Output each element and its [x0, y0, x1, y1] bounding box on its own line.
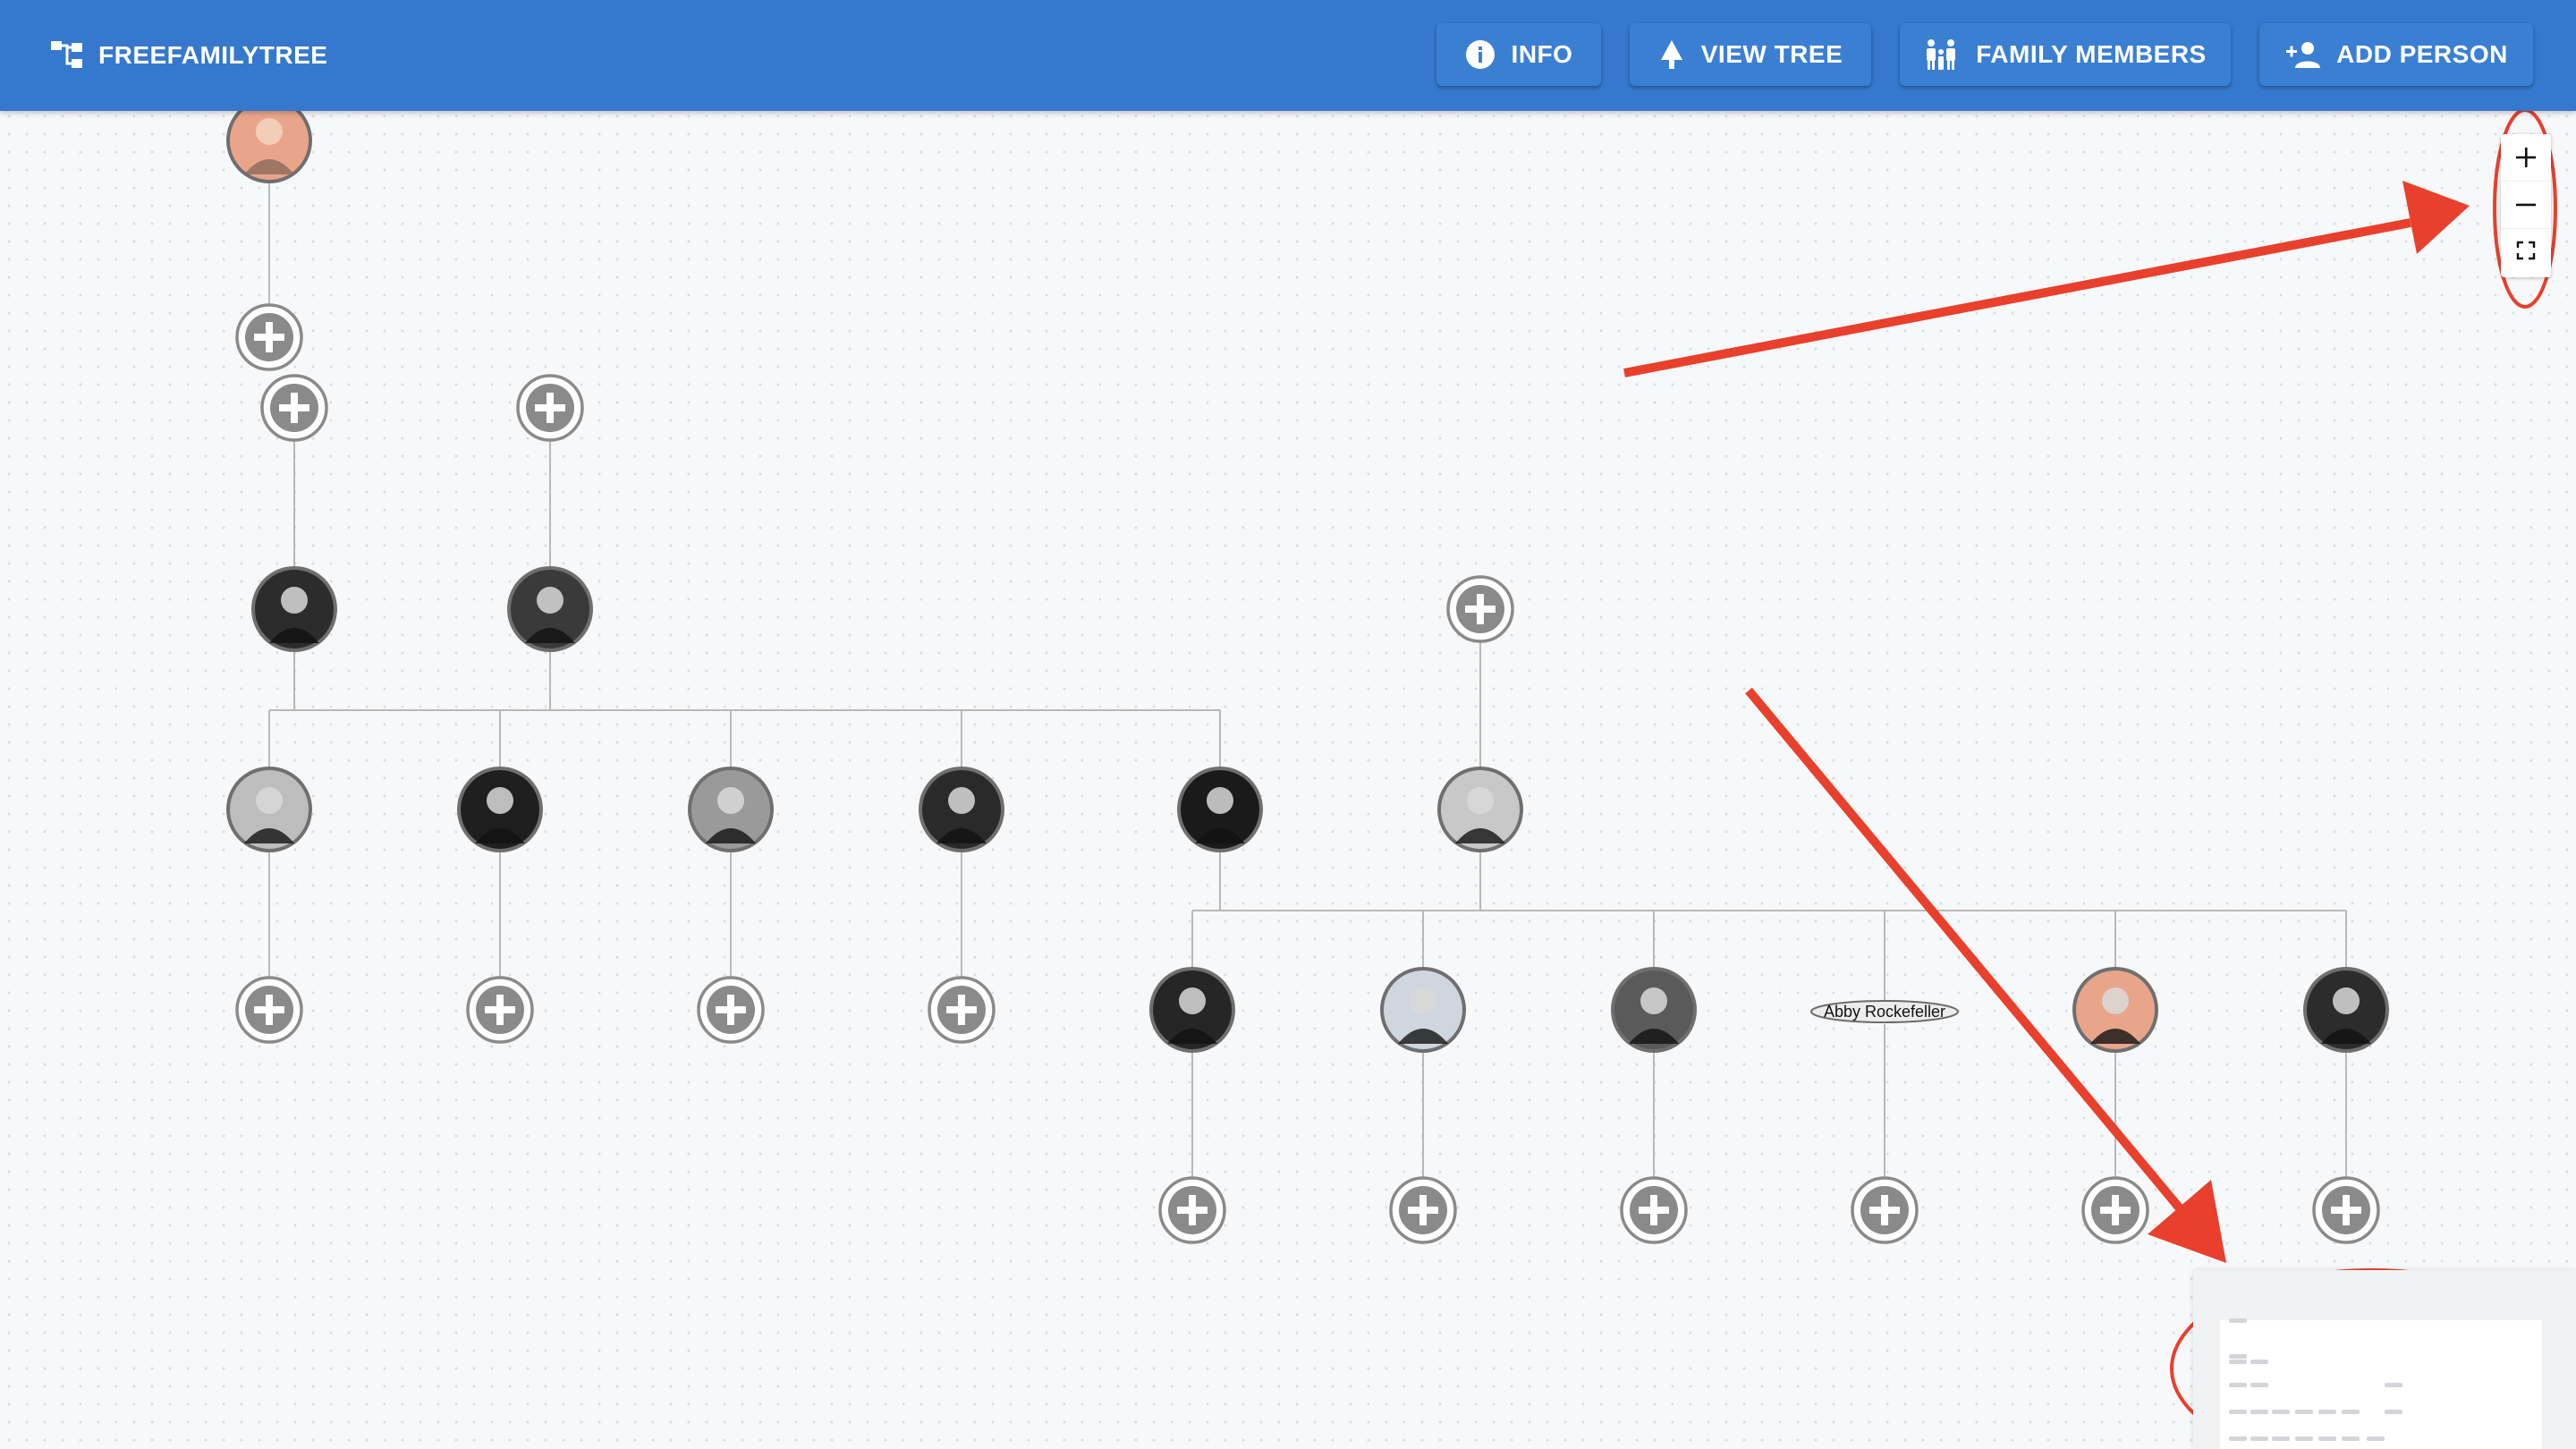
add-relative-node[interactable] [1446, 575, 1514, 643]
annotations [1623, 108, 2574, 1449]
minus-icon [2516, 203, 2536, 207]
person-node[interactable]: man portrait [1149, 967, 1235, 1053]
zoom-in-button[interactable] [2501, 134, 2551, 181]
person-node[interactable]: man portrait [2072, 967, 2158, 1053]
info-button[interactable]: INFO [1436, 23, 1601, 86]
person-add-icon [2286, 42, 2321, 68]
minimap-viewport[interactable] [2220, 1320, 2542, 1449]
person-node[interactable]: older man with mustache [2303, 967, 2389, 1053]
plus-icon [2516, 148, 2536, 167]
fit-view-button[interactable] [2501, 227, 2551, 274]
minimap-node [2318, 1436, 2336, 1441]
family-tree-canvas[interactable]: ancestor portrait (woman, color)woman se… [0, 0, 2576, 1449]
minimap-node [2229, 1354, 2247, 1359]
minimap-node [2342, 1410, 2360, 1414]
minimap-node [2229, 1360, 2247, 1364]
info-circle-icon [1465, 40, 1495, 69]
add-relative-node[interactable] [235, 303, 303, 371]
minimap-node [2367, 1436, 2385, 1441]
add-relative-node[interactable] [1158, 1176, 1226, 1244]
minimap-node [2272, 1410, 2290, 1414]
person-node[interactable]: man in tuxedo [1380, 967, 1466, 1053]
minimap-node [2250, 1383, 2268, 1387]
add-relative-node[interactable] [2081, 1176, 2149, 1244]
add-relative-node[interactable] [1620, 1176, 1688, 1244]
add-relative-node[interactable] [697, 976, 765, 1044]
view-tree-button-label: VIEW TREE [1700, 40, 1843, 68]
minimap-node [2250, 1436, 2268, 1441]
person-node[interactable]: woman portrait [457, 767, 543, 852]
person-node[interactable]: woman in dress [919, 767, 1004, 852]
tree-diagram-icon [51, 41, 82, 68]
minimap-node [2250, 1410, 2268, 1414]
person-node[interactable]: woman portrait [1437, 767, 1523, 852]
family-members-button[interactable]: FAMILY MEMBERS [1900, 23, 2231, 86]
person-node[interactable]: child portrait [688, 767, 774, 852]
minimap-node [2342, 1436, 2360, 1441]
zoom-controls [2501, 134, 2551, 277]
minimap-node [2318, 1410, 2336, 1414]
brand[interactable]: FREEFAMILYTREE [50, 36, 327, 75]
minimap-node [2229, 1436, 2247, 1441]
person-name-label: Abby Rockefeller [1824, 1003, 1945, 1021]
add-relative-node[interactable] [1389, 1176, 1457, 1244]
person-node[interactable]: woman in veil [226, 767, 312, 852]
person-node-text[interactable]: Abby Rockefeller [1810, 1000, 1959, 1023]
fullscreen-icon [2516, 241, 2536, 260]
minimap-node [2250, 1360, 2268, 1364]
add-relative-node[interactable] [928, 976, 996, 1044]
person-node[interactable]: man in suit portrait [507, 566, 593, 652]
person-node[interactable]: man in suit [1177, 767, 1263, 852]
app-title: FREEFAMILYTREE [98, 41, 328, 69]
person-node[interactable]: woman seated portrait [251, 566, 337, 652]
add-person-button-label: ADD PERSON [2336, 40, 2508, 68]
minimap-node [2385, 1383, 2402, 1387]
add-relative-node[interactable] [466, 976, 534, 1044]
add-relative-node[interactable] [235, 976, 303, 1044]
minimap-node [2229, 1383, 2247, 1387]
view-tree-button[interactable]: VIEW TREE [1630, 23, 1871, 86]
add-relative-node[interactable] [260, 374, 328, 442]
minimap-node [2272, 1436, 2290, 1441]
add-person-button[interactable]: ADD PERSON [2259, 23, 2533, 86]
minimap-node [2295, 1410, 2313, 1414]
top-app-bar: FREEFAMILYTREE INFO VIEW TREE FAMILY MEM… [0, 0, 2576, 111]
add-relative-node[interactable] [2312, 1176, 2380, 1244]
annotation-arrow [1623, 218, 2411, 377]
minimap-node [2295, 1436, 2313, 1441]
minimap[interactable] [2193, 1270, 2576, 1449]
family-icon [1927, 39, 1956, 70]
tree-icon [1660, 40, 1682, 69]
zoom-out-button[interactable] [2501, 181, 2551, 229]
add-relative-node[interactable] [516, 374, 584, 442]
minimap-node [2229, 1318, 2247, 1323]
info-button-label: INFO [1511, 40, 1573, 68]
minimap-node [2229, 1410, 2247, 1414]
family-members-button-label: FAMILY MEMBERS [1976, 40, 2207, 68]
arrow-head [2402, 181, 2470, 254]
arrow-head [2148, 1180, 2226, 1263]
add-relative-node[interactable] [1851, 1176, 1919, 1244]
person-node[interactable]: man in suit [1611, 967, 1697, 1053]
minimap-node [2385, 1410, 2402, 1414]
